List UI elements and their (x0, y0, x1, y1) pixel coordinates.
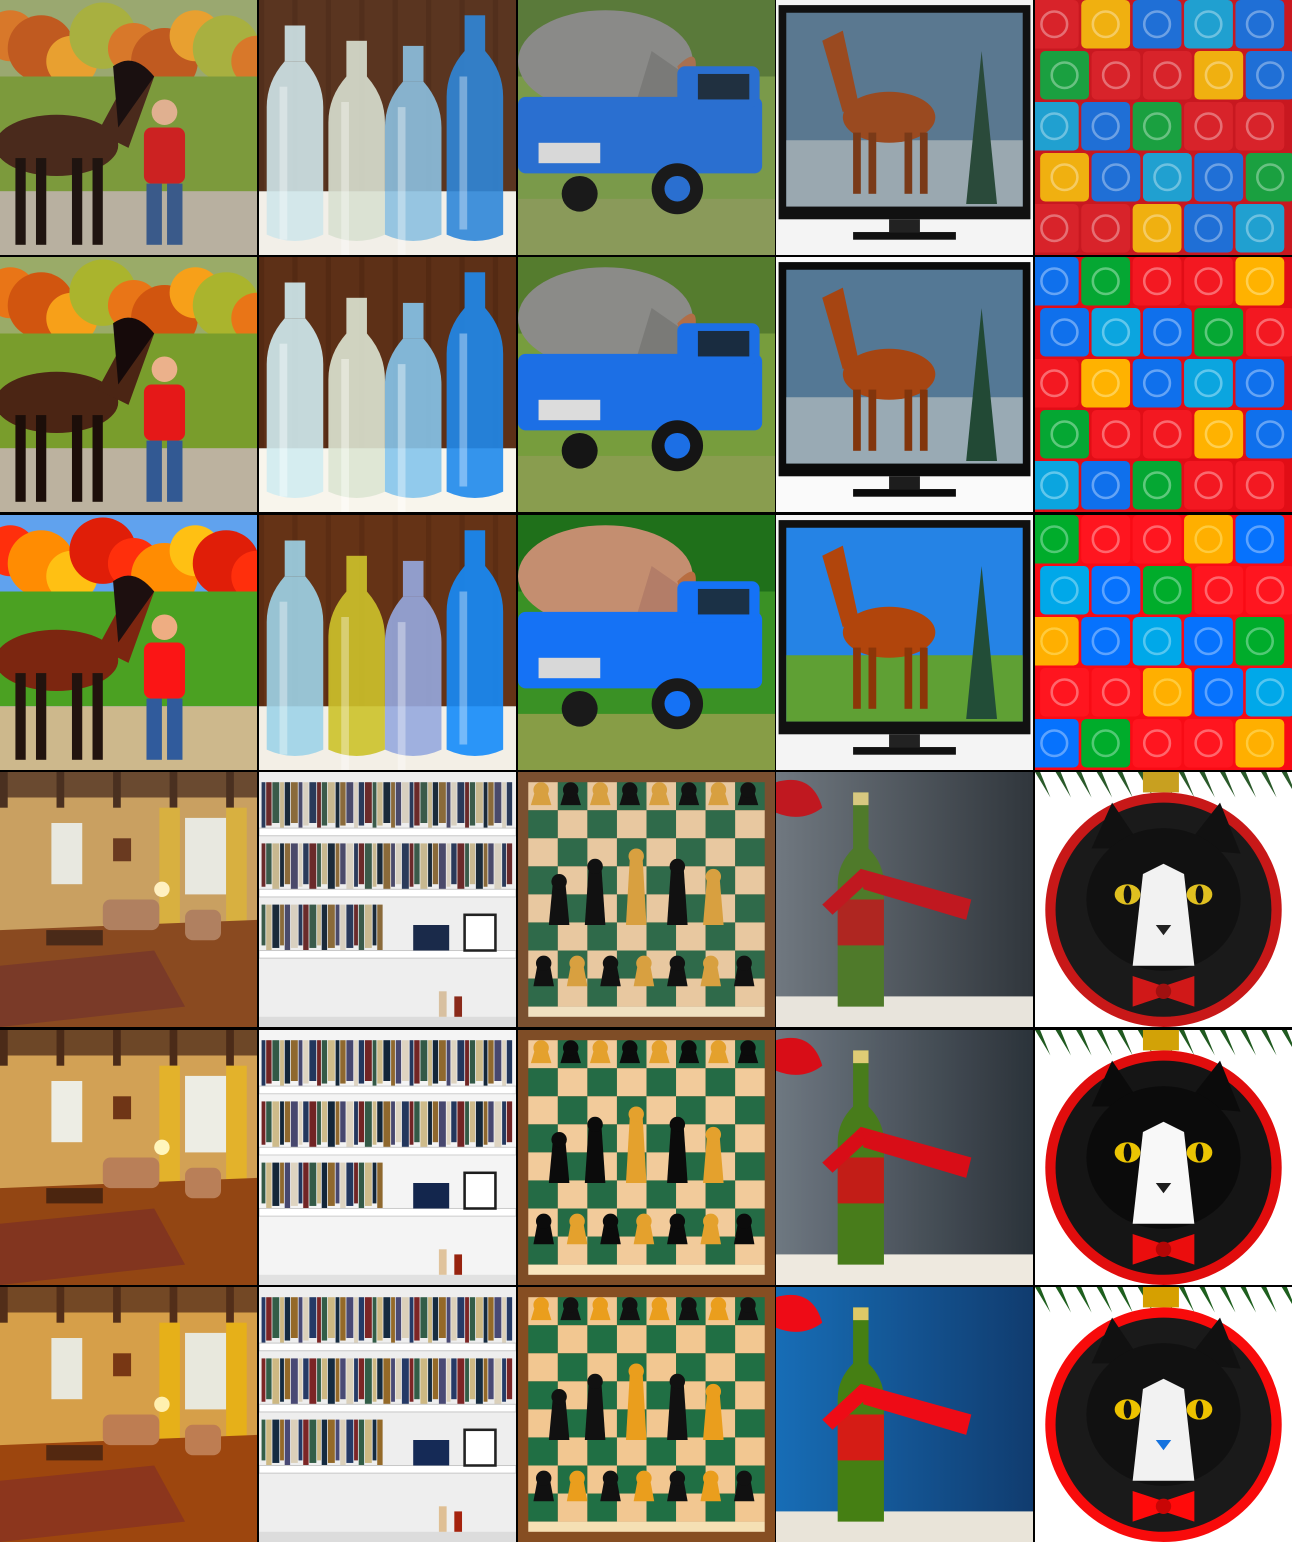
image-tile-rhino-in-blue-pickup-truck (517, 257, 775, 513)
image-tile-rhino-in-blue-pickup-truck (517, 0, 775, 255)
image-tile-glass-bottles (258, 257, 516, 513)
image-tile-bookshelf (258, 1029, 516, 1285)
image-tile-wine-bottle-red-ribbon (776, 1029, 1034, 1285)
image-tile-living-room (0, 1029, 257, 1285)
image-tile-rhino-in-blue-pickup-truck (517, 514, 775, 770)
image-tile-tuxedo-cat-ornament (1035, 1029, 1292, 1285)
image-tile-horse-with-man-autumn (0, 514, 257, 770)
image-tile-colorful-toy-blocks (1035, 257, 1292, 513)
image-tile-colorful-toy-blocks (1035, 0, 1292, 255)
image-tile-bookshelf (258, 1286, 516, 1542)
image-tile-horse-with-man-autumn (0, 0, 257, 255)
image-tile-chess-pieces (517, 1029, 775, 1285)
image-tile-glass-bottles (258, 514, 516, 770)
image-tile-chess-pieces (517, 772, 775, 1028)
image-tile-living-room (0, 1286, 257, 1542)
image-tile-horse-on-tv-screen (776, 514, 1034, 770)
image-tile-wine-bottle-red-ribbon (776, 1286, 1034, 1542)
image-tile-horse-on-tv-screen (776, 257, 1034, 513)
image-tile-horse-on-tv-screen (776, 0, 1034, 255)
image-tile-tuxedo-cat-ornament (1035, 1286, 1292, 1542)
image-tile-horse-with-man-autumn (0, 257, 257, 513)
image-tile-tuxedo-cat-ornament (1035, 772, 1292, 1028)
image-tile-chess-pieces (517, 1286, 775, 1542)
image-grid (0, 0, 1292, 1542)
image-tile-living-room (0, 772, 257, 1028)
image-tile-wine-bottle-red-ribbon (776, 772, 1034, 1028)
image-tile-colorful-toy-blocks (1035, 514, 1292, 770)
image-tile-glass-bottles (258, 0, 516, 255)
image-tile-bookshelf (258, 772, 516, 1028)
